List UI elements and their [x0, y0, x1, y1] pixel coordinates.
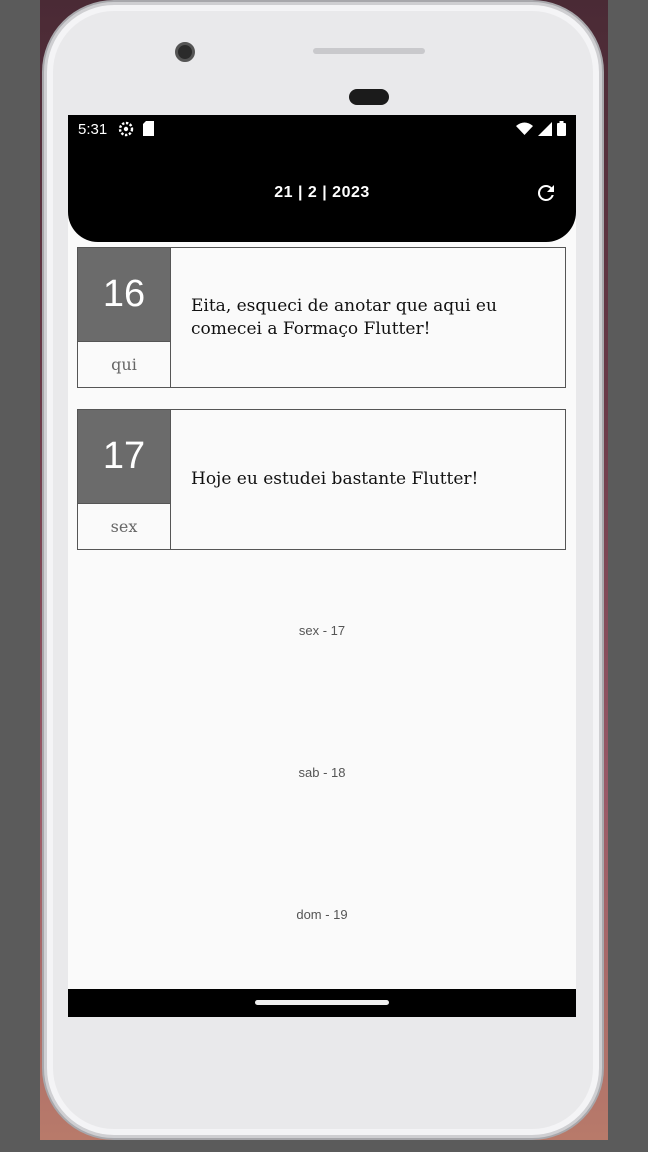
weekday-label: sex — [78, 503, 170, 549]
page-title: 21 | 2 | 2023 — [274, 184, 370, 201]
cell-signal-icon — [538, 121, 552, 136]
day-number: 16 — [78, 248, 170, 341]
journal-entry-card[interactable]: 16 qui Eita, esqueci de anotar que aqui … — [77, 247, 566, 388]
empty-day-slot[interactable]: sex - 17 — [68, 623, 576, 638]
wifi-icon — [516, 122, 533, 135]
app-bar: 5:31 21 | 2 | 2023 — [68, 115, 576, 242]
front-camera — [175, 42, 195, 62]
empty-day-slot[interactable]: dom - 19 — [68, 907, 576, 922]
battery-icon — [557, 121, 566, 136]
journal-entry-card[interactable]: 17 sex Hoje eu estudei bastante Flutter! — [77, 409, 566, 550]
refresh-icon[interactable] — [534, 181, 558, 205]
earpiece-speaker — [313, 48, 425, 54]
status-icons-right — [516, 121, 566, 136]
settings-gear-icon — [118, 121, 134, 137]
status-icons-left — [118, 121, 155, 137]
entry-text: Hoje eu estudei bastante Flutter! — [191, 469, 479, 490]
app-screen: 5:31 21 | 2 | 2023 16 qui Eita, esqueci … — [68, 115, 576, 1017]
status-time: 5:31 — [78, 121, 108, 138]
sd-card-icon — [143, 121, 154, 136]
empty-day-slot[interactable]: sab - 18 — [68, 765, 576, 780]
system-nav-bar — [68, 989, 576, 1017]
proximity-sensor — [349, 89, 389, 105]
day-number: 17 — [78, 410, 170, 503]
date-box: 17 sex — [78, 410, 171, 549]
home-gesture-handle[interactable] — [255, 1000, 389, 1005]
date-box: 16 qui — [78, 248, 171, 387]
entry-text: Eita, esqueci de anotar que aqui eu come… — [191, 296, 497, 339]
weekday-label: qui — [78, 341, 170, 387]
